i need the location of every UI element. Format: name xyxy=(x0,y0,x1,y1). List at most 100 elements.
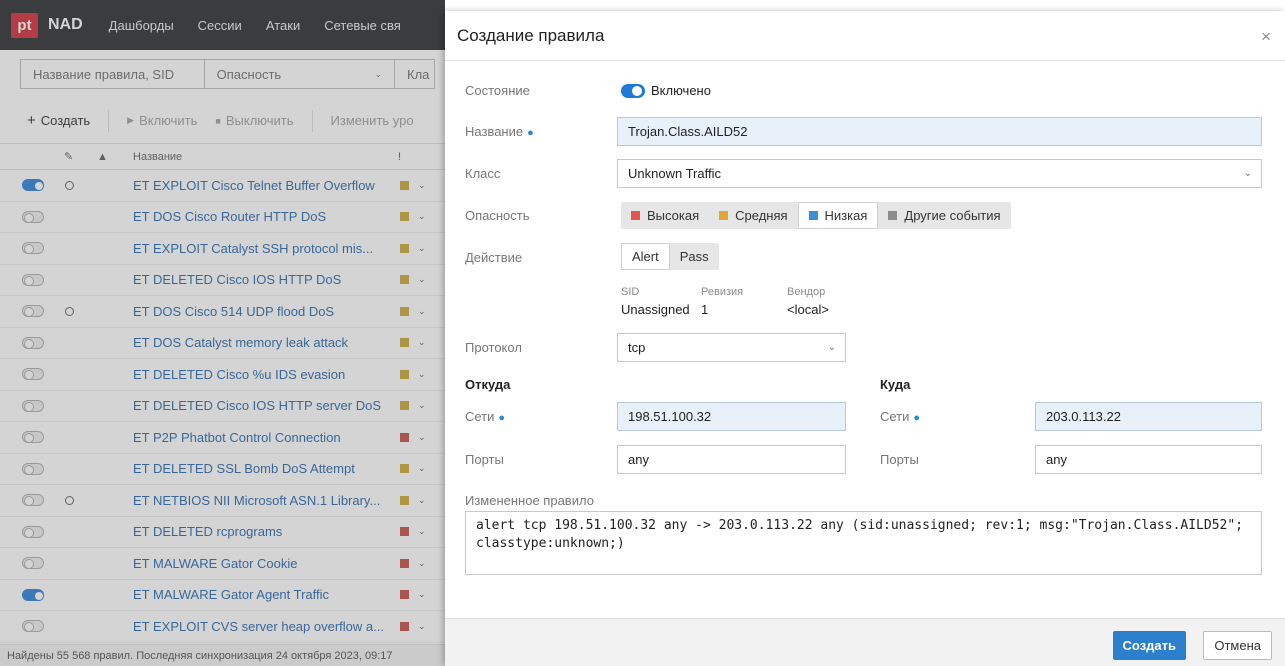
from-ports-input[interactable]: any xyxy=(617,445,846,474)
rule-name-link[interactable]: ET EXPLOIT Catalyst SSH protocol mis... xyxy=(133,241,385,256)
table-row[interactable]: ET DOS Cisco 514 UDP flood DoS ⌄ xyxy=(0,296,445,328)
change-level-button[interactable]: Изменить уро xyxy=(331,113,414,128)
action-alert-option[interactable]: Alert xyxy=(621,243,670,270)
to-nets-input[interactable]: 203.0.113.22 xyxy=(1035,402,1262,431)
create-rule-button[interactable]: + Создать xyxy=(27,112,90,129)
rule-enabled-toggle[interactable] xyxy=(22,242,44,255)
table-row[interactable]: ET DELETED Cisco IOS HTTP server DoS ⌄ xyxy=(0,391,445,422)
table-row[interactable]: ET DOS Cisco Router HTTP DoS ⌄ xyxy=(0,202,445,233)
rule-name-link[interactable]: ET DELETED Cisco IOS HTTP DoS xyxy=(133,272,385,287)
rule-enabled-toggle[interactable] xyxy=(22,431,44,444)
table-row[interactable]: ET NETBIOS NII Microsoft ASN.1 Library..… xyxy=(0,485,445,517)
table-row[interactable]: ET DOS Catalyst memory leak attack ⌄ xyxy=(0,328,445,359)
column-name-header[interactable]: Название xyxy=(133,151,182,163)
rule-name-link[interactable]: ET DELETED Cisco %u IDS evasion xyxy=(133,367,385,382)
chevron-down-icon[interactable]: ⌄ xyxy=(418,243,426,254)
vendor-label: Вендор xyxy=(787,286,826,298)
chevron-down-icon[interactable]: ⌄ xyxy=(418,526,426,537)
rule-enabled-toggle[interactable] xyxy=(22,557,44,570)
rule-enabled-toggle[interactable] xyxy=(22,399,44,412)
danger-option[interactable]: Низкая xyxy=(797,202,879,229)
rule-name-link[interactable]: ET EXPLOIT CVS server heap overflow a... xyxy=(133,619,385,634)
danger-option[interactable]: Другие события xyxy=(878,202,1010,229)
rule-enabled-toggle[interactable] xyxy=(22,588,44,601)
chevron-down-icon[interactable]: ⌄ xyxy=(418,306,426,317)
chevron-down-icon[interactable]: ⌄ xyxy=(418,589,426,600)
table-row[interactable]: ET MALWARE Gator Cookie ⌄ xyxy=(0,548,445,580)
class-select[interactable]: Unknown Traffic ⌄ xyxy=(617,159,1262,188)
cancel-button[interactable]: Отмена xyxy=(1203,631,1272,660)
danger-filter[interactable]: Опасность ⌄ xyxy=(204,59,395,89)
danger-option[interactable]: Высокая xyxy=(621,202,709,229)
danger-option[interactable]: Средняя xyxy=(709,202,797,229)
rule-enabled-toggle[interactable] xyxy=(22,305,44,318)
rule-name-link[interactable]: ET DELETED Cisco IOS HTTP server DoS xyxy=(133,398,385,413)
name-label-text: Название xyxy=(465,124,524,139)
table-row[interactable]: ET DELETED rcprograms ⌄ xyxy=(0,517,445,548)
rule-name-link[interactable]: ET MALWARE Gator Cookie xyxy=(133,556,385,571)
rule-name-link[interactable]: ET NETBIOS NII Microsoft ASN.1 Library..… xyxy=(133,493,385,508)
chevron-down-icon[interactable]: ⌄ xyxy=(418,558,426,569)
rule-name-input[interactable]: Trojan.Class.AILD52 xyxy=(617,117,1262,146)
chevron-down-icon[interactable]: ⌄ xyxy=(418,337,426,348)
nav-sessions[interactable]: Сессии xyxy=(198,18,242,33)
rule-enabled-toggle[interactable] xyxy=(22,368,44,381)
nav-attacks[interactable]: Атаки xyxy=(266,18,300,33)
class-filter[interactable]: Кла xyxy=(395,59,435,89)
column-severity-header[interactable]: ! xyxy=(398,151,401,163)
from-nets-label: Сети ● xyxy=(465,409,505,424)
rule-name-link[interactable]: ET DOS Cisco 514 UDP flood DoS xyxy=(133,304,385,319)
from-nets-input[interactable]: 198.51.100.32 xyxy=(617,402,846,431)
chevron-down-icon[interactable]: ⌄ xyxy=(418,400,426,411)
table-row[interactable]: ET DELETED SSL Bomb DoS Attempt ⌄ xyxy=(0,454,445,485)
table-row[interactable]: ET P2P Phatbot Control Connection ⌄ xyxy=(0,422,445,454)
from-ports-label: Порты xyxy=(465,452,504,467)
rule-enabled-toggle[interactable] xyxy=(22,494,44,507)
class-label: Класс xyxy=(465,166,501,181)
chevron-down-icon[interactable]: ⌄ xyxy=(418,211,426,222)
rule-name-link[interactable]: ET MALWARE Gator Agent Traffic xyxy=(133,587,385,602)
nav-dashboards[interactable]: Дашборды xyxy=(109,18,174,33)
rule-name-link[interactable]: ET DOS Catalyst memory leak attack xyxy=(133,335,385,350)
protocol-select[interactable]: tcp ⌄ xyxy=(617,333,846,362)
table-row[interactable]: ET EXPLOIT Catalyst SSH protocol mis... ⌄ xyxy=(0,233,445,265)
rule-enabled-toggle[interactable] xyxy=(22,336,44,349)
chevron-down-icon[interactable]: ⌄ xyxy=(418,180,426,191)
chevron-down-icon[interactable]: ⌄ xyxy=(418,369,426,380)
table-row[interactable]: ET MALWARE Gator Agent Traffic ⌄ xyxy=(0,580,445,611)
table-row[interactable]: ET DELETED Cisco IOS HTTP DoS ⌄ xyxy=(0,265,445,296)
enable-button[interactable]: ▶ Включить xyxy=(127,113,197,128)
chevron-down-icon[interactable]: ⌄ xyxy=(418,463,426,474)
protocol-label: Протокол xyxy=(465,340,522,355)
rule-enabled-toggle[interactable] xyxy=(22,179,44,192)
rule-enabled-toggle[interactable] xyxy=(22,620,44,633)
class-select-value: Unknown Traffic xyxy=(628,166,721,181)
rule-enabled-toggle[interactable] xyxy=(22,210,44,223)
table-row[interactable]: ET EXPLOIT Cisco Telnet Buffer Overflow ⌄ xyxy=(0,170,445,202)
rule-name-link[interactable]: ET DELETED SSL Bomb DoS Attempt xyxy=(133,461,385,476)
state-toggle[interactable] xyxy=(621,84,645,98)
create-rule-label: Создать xyxy=(40,113,91,128)
rule-enabled-toggle[interactable] xyxy=(22,462,44,475)
search-input[interactable]: Название правила, SID xyxy=(20,59,205,89)
rule-name-link[interactable]: ET DOS Cisco Router HTTP DoS xyxy=(133,209,385,224)
rule-name-link[interactable]: ET EXPLOIT Cisco Telnet Buffer Overflow xyxy=(133,178,385,193)
table-row[interactable]: ET DELETED Cisco %u IDS evasion ⌄ xyxy=(0,359,445,391)
chevron-down-icon[interactable]: ⌄ xyxy=(418,621,426,632)
rule-enabled-toggle[interactable] xyxy=(22,273,44,286)
disable-button[interactable]: ■ Выключить xyxy=(215,113,293,128)
chevron-down-icon[interactable]: ⌄ xyxy=(418,274,426,285)
nav-network[interactable]: Сетевые свя xyxy=(324,18,401,33)
modified-rule-textarea[interactable]: alert tcp 198.51.100.32 any -> 203.0.113… xyxy=(465,511,1262,575)
rule-name-link[interactable]: ET P2P Phatbot Control Connection xyxy=(133,430,385,445)
create-button[interactable]: Создать xyxy=(1112,631,1186,660)
rule-name-link[interactable]: ET DELETED rcprograms xyxy=(133,524,385,539)
chevron-down-icon[interactable]: ⌄ xyxy=(418,432,426,443)
close-icon[interactable]: × xyxy=(1261,27,1271,47)
to-ports-input[interactable]: any xyxy=(1035,445,1262,474)
action-pass-option[interactable]: Pass xyxy=(670,243,719,270)
rule-enabled-toggle[interactable] xyxy=(22,525,44,538)
chevron-down-icon[interactable]: ⌄ xyxy=(418,495,426,506)
table-row[interactable]: ET EXPLOIT CVS server heap overflow a...… xyxy=(0,611,445,643)
danger-filter-label: Опасность xyxy=(216,66,282,82)
